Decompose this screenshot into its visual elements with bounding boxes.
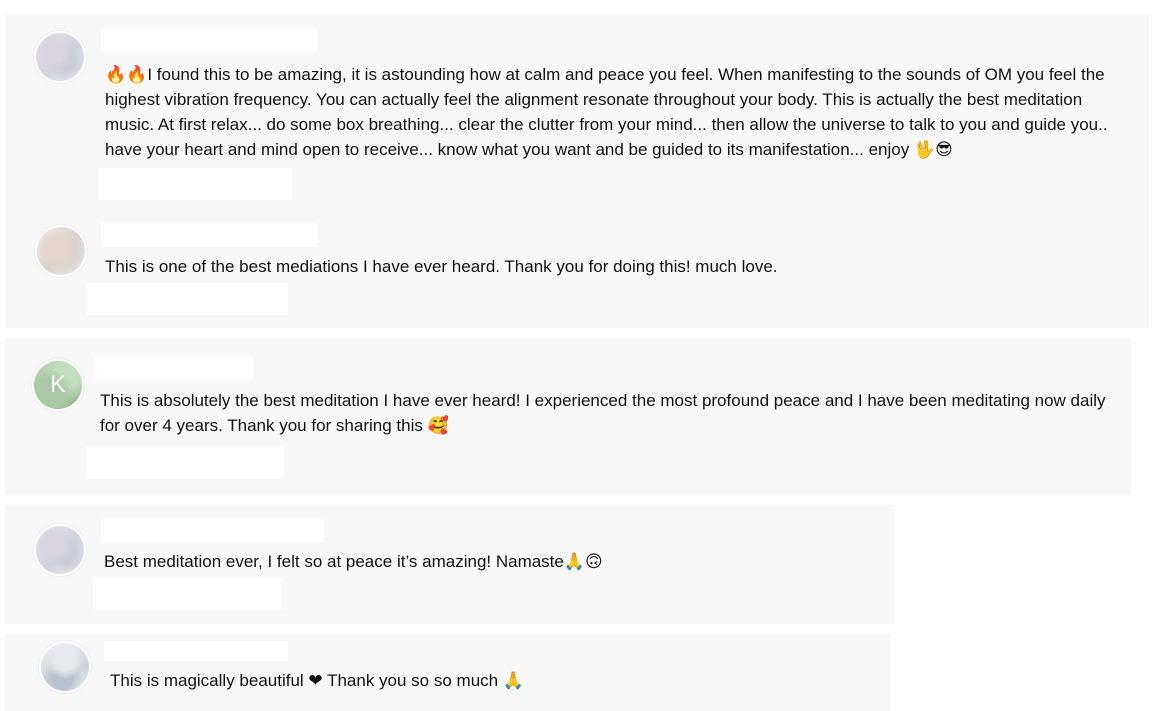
user-avatar-icon[interactable]	[35, 225, 87, 277]
comment-actions-redacted	[87, 283, 288, 315]
author-name-redacted	[101, 28, 318, 52]
avatar-letter: K	[34, 361, 82, 409]
user-avatar-icon[interactable]	[34, 31, 86, 83]
avatar-image	[36, 33, 84, 81]
user-avatar-icon[interactable]	[39, 641, 91, 693]
comment-actions-redacted	[93, 578, 282, 610]
author-name-redacted	[104, 641, 288, 661]
author-name-redacted	[101, 223, 318, 247]
comment-text: 🔥🔥I found this to be amazing, it is asto…	[105, 65, 1108, 159]
user-avatar-icon[interactable]: K	[32, 359, 84, 411]
comment-text: This is magically beautiful ❤ Thank you …	[110, 671, 524, 690]
comment-text: This is absolutely the best meditation I…	[100, 391, 1106, 435]
avatar-image	[37, 227, 85, 275]
comment-actions-redacted	[86, 447, 284, 479]
avatar-image	[36, 526, 84, 574]
avatar-image	[41, 643, 89, 691]
user-avatar-icon[interactable]	[34, 524, 86, 576]
author-name-redacted	[101, 518, 324, 542]
author-name-redacted	[94, 356, 254, 380]
comment-actions-redacted	[98, 168, 292, 200]
comment-text: This is one of the best mediations I hav…	[105, 257, 778, 276]
comment-text: Best meditation ever, I felt so at peace…	[104, 552, 603, 571]
